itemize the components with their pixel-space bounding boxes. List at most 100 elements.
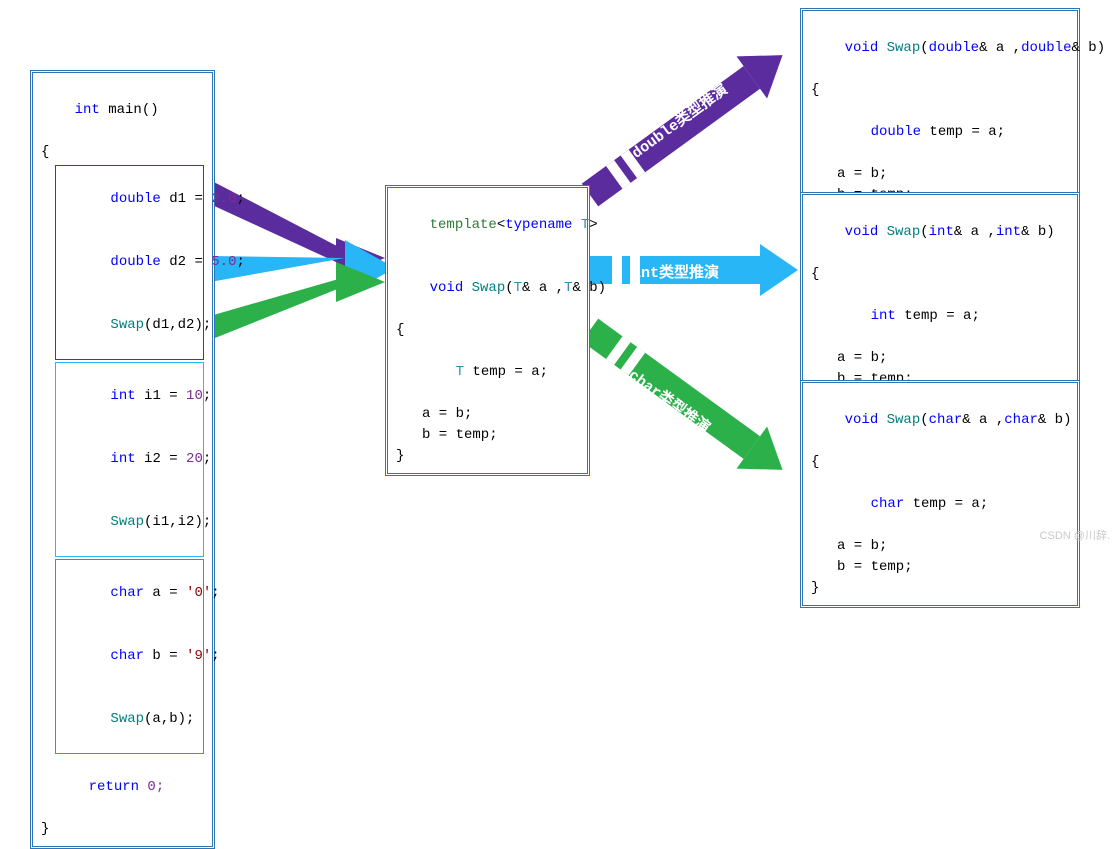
group-int: int i1 = 10; int i2 = 20; Swap(i1,i2);: [55, 362, 204, 557]
kw-void: void: [430, 280, 464, 296]
char-code-box: void Swap(char& a ,char& b) { char temp …: [800, 380, 1080, 608]
dbl-ty2: double: [1021, 40, 1071, 56]
tpl-close: }: [396, 446, 579, 467]
tpl-lt: <: [497, 217, 505, 233]
tpl-lp: (: [505, 280, 513, 296]
chr-void: void: [845, 412, 879, 428]
kw-return: return: [89, 779, 139, 795]
swap-c: Swap: [110, 711, 144, 727]
arrow-label-double: double类型推演: [627, 78, 732, 162]
b-semi: ;: [211, 648, 219, 664]
int-void: void: [845, 224, 879, 240]
dbl-lp: (: [920, 40, 928, 56]
sp: [463, 280, 471, 296]
tpl-gt: >: [589, 217, 597, 233]
chr-b1-ty: char: [871, 496, 905, 512]
tpl-swap: Swap: [472, 280, 506, 296]
tpl-a: & a ,: [522, 280, 564, 296]
int-ty1: int: [929, 224, 954, 240]
chr-sig: void Swap(char& a ,char& b): [811, 389, 1069, 452]
dbl-amp2: & b): [1072, 40, 1106, 56]
b-eq: =: [169, 648, 177, 664]
chr-b1-rest: temp = a;: [904, 496, 988, 512]
swap-i: Swap: [110, 514, 144, 530]
kw-template: template: [430, 217, 497, 233]
kw-double2: double: [110, 254, 160, 270]
kw-int: int: [75, 102, 100, 118]
int-open: {: [811, 264, 1069, 285]
int-amp2: & b): [1021, 224, 1055, 240]
b-lit: '9': [178, 648, 212, 664]
swap-c-line: Swap(a,b);: [60, 688, 199, 751]
int-b1-rest: temp = a;: [896, 308, 980, 324]
tpl-body1-rest: temp = a;: [464, 364, 548, 380]
a-eq: =: [169, 585, 177, 601]
dbl-open: {: [811, 80, 1069, 101]
arrow-char-right: [575, 309, 798, 491]
int-b1: int temp = a;: [811, 285, 1069, 348]
i1-num: 10: [178, 388, 203, 404]
arrow-char-left: [210, 262, 385, 340]
d1-eq: =: [194, 191, 202, 207]
chr-fn: Swap: [878, 412, 920, 428]
i1-semi: ;: [203, 388, 211, 404]
tpl-body1: T temp = a;: [396, 341, 579, 404]
int-b2: a = b;: [811, 348, 1069, 369]
tpl-body2: a = b;: [396, 404, 579, 425]
chr-close: }: [811, 578, 1069, 599]
group-double: double d1 = 2.0; double d2 = 5.0; Swap(d…: [55, 165, 204, 360]
dbl-b1: double temp = a;: [811, 101, 1069, 164]
chr-open: {: [811, 452, 1069, 473]
dbl-b2: a = b;: [811, 164, 1069, 185]
kw-char2: char: [110, 648, 144, 664]
i2-semi: ;: [203, 451, 211, 467]
arrow-label-int: int类型推演: [632, 261, 719, 282]
i2-eq: =: [169, 451, 177, 467]
tpl-b: & b): [572, 280, 606, 296]
a-ident: a: [144, 585, 169, 601]
int-lp: (: [920, 224, 928, 240]
int-amp1: & a ,: [954, 224, 996, 240]
swap-c-args: (a,b);: [144, 711, 194, 727]
i2-ident: i2: [136, 451, 170, 467]
return-line: return 0;: [41, 756, 204, 819]
kw-int2: int: [110, 451, 135, 467]
dbl-void: void: [845, 40, 879, 56]
dbl-sig: void Swap(double& a ,double& b): [811, 17, 1069, 80]
arrow-label-char-text: char类型推演: [625, 367, 713, 437]
arrow-int-right: [590, 244, 798, 296]
tpl-decl: template<typename T>: [396, 194, 579, 257]
arrow-label-char: char类型推演: [625, 364, 715, 437]
tpl-T2: T: [514, 280, 522, 296]
a-lit: '0': [178, 585, 212, 601]
tpl-open: {: [396, 320, 579, 341]
tpl-body-T: T: [456, 364, 464, 380]
swap-i-args: (i1,i2);: [144, 514, 211, 530]
chr-b3: b = temp;: [811, 557, 1069, 578]
main-sig: int main(): [41, 79, 204, 142]
a-semi: ;: [211, 585, 219, 601]
i1-eq: =: [169, 388, 177, 404]
i2-num: 20: [178, 451, 203, 467]
template-code-box: template<typename T> void Swap(T& a ,T& …: [385, 185, 590, 476]
i1-ident: i1: [136, 388, 170, 404]
b-line: char b = '9';: [60, 625, 199, 688]
d1-num: 2.0: [203, 191, 237, 207]
main-name: main(): [100, 102, 159, 118]
main-close-brace: }: [41, 819, 204, 840]
dbl-fn: Swap: [878, 40, 920, 56]
dbl-amp1: & a ,: [979, 40, 1021, 56]
a-line: char a = '0';: [60, 562, 199, 625]
d2-ident: d2: [161, 254, 195, 270]
d1-semi: ;: [236, 191, 244, 207]
d2-num: 5.0: [203, 254, 237, 270]
chr-ty2: char: [1004, 412, 1038, 428]
chr-amp1: & a ,: [962, 412, 1004, 428]
d1-ident: d1: [161, 191, 195, 207]
dbl-b1-ty: double: [871, 124, 921, 140]
d2-eq: =: [194, 254, 202, 270]
arrow-double-right: [575, 34, 798, 216]
main-open-brace: {: [41, 142, 204, 163]
dbl-b1-rest: temp = a;: [921, 124, 1005, 140]
kw-typename: typename: [505, 217, 581, 233]
